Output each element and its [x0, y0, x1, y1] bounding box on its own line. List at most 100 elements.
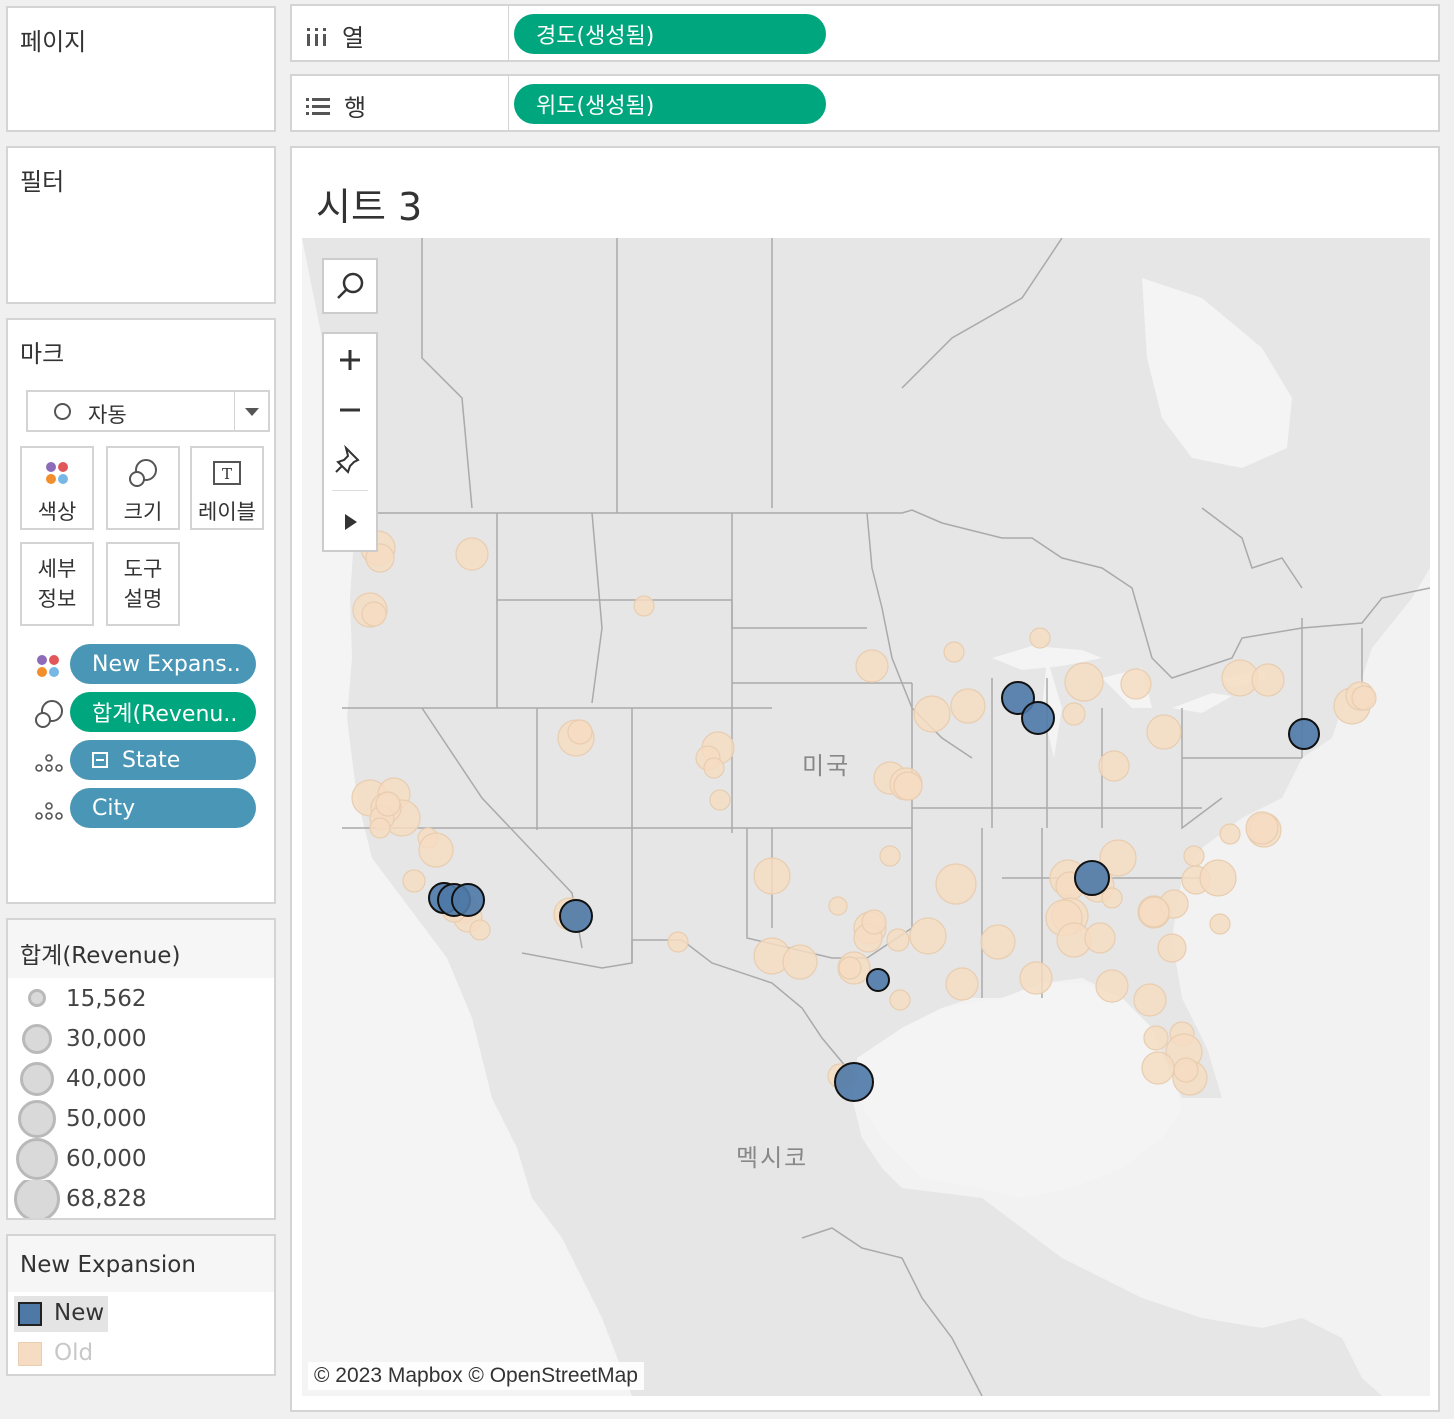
city-mark-old[interactable]: [633, 595, 655, 617]
color-field-pill[interactable]: New Expans..: [70, 644, 256, 684]
map-search-button[interactable]: [322, 258, 378, 314]
plus-icon: [340, 350, 360, 370]
size-legend-item[interactable]: 40,000: [8, 1060, 274, 1100]
label-button[interactable]: T 레이블: [190, 446, 264, 530]
state-field-pill[interactable]: State: [70, 740, 256, 780]
size-legend-item[interactable]: 30,000: [8, 1020, 274, 1060]
city-mark-old[interactable]: [469, 919, 491, 941]
city-mark-old[interactable]: [1120, 668, 1152, 700]
zoom-out-button[interactable]: [324, 384, 376, 434]
city-mark-old[interactable]: [1062, 702, 1086, 726]
city-mark-new[interactable]: [866, 968, 890, 992]
city-mark-old[interactable]: [909, 917, 947, 955]
city-mark-old[interactable]: [667, 931, 689, 953]
map-canvas[interactable]: [302, 238, 1430, 1396]
zoom-in-button[interactable]: [324, 334, 376, 384]
city-mark-old[interactable]: [1209, 913, 1231, 935]
city-mark-old[interactable]: [889, 989, 911, 1011]
latitude-pill[interactable]: 위도(생성됨): [514, 84, 826, 124]
map-copyright: © 2023 Mapbox © OpenStreetMap: [308, 1362, 644, 1390]
city-mark-old[interactable]: [1064, 662, 1104, 702]
city-mark-old[interactable]: [1084, 922, 1116, 954]
map-view[interactable]: 미국 멕시코 © 2023 Mapbox © OpenStreetMap: [302, 238, 1430, 1396]
city-mark-old[interactable]: [1029, 627, 1051, 649]
city-mark-old[interactable]: [1138, 896, 1170, 928]
city-mark-old[interactable]: [893, 771, 923, 801]
detail-button[interactable]: 세부 정보: [20, 542, 94, 626]
expand-toolbar-button[interactable]: [324, 496, 376, 548]
city-mark-old[interactable]: [709, 789, 731, 811]
city-mark-old[interactable]: [1251, 663, 1285, 697]
city-mark-old[interactable]: [1199, 859, 1237, 897]
size-legend-item[interactable]: 60,000: [8, 1138, 274, 1180]
city-mark-old[interactable]: [950, 688, 986, 724]
color-button[interactable]: 색상: [20, 446, 94, 530]
size-legend-item[interactable]: 68,828: [8, 1180, 274, 1218]
city-mark-old[interactable]: [980, 924, 1016, 960]
size-legend-item[interactable]: 50,000: [8, 1100, 274, 1140]
city-mark-old[interactable]: [402, 869, 426, 893]
city-mark-old[interactable]: [943, 641, 965, 663]
chevron-down-icon[interactable]: [245, 408, 259, 416]
city-mark-old[interactable]: [369, 817, 391, 839]
filters-title: 필터: [20, 168, 65, 196]
city-mark-old[interactable]: [567, 719, 593, 745]
rows-label: 행: [344, 94, 367, 122]
city-mark-old[interactable]: [861, 909, 887, 935]
city-mark-old[interactable]: [1141, 1051, 1175, 1085]
city-mark-old[interactable]: [886, 928, 910, 952]
sheet-title: 시트 3: [316, 185, 423, 229]
city-mark-old[interactable]: [1095, 969, 1129, 1003]
filters-panel[interactable]: 필터: [6, 146, 276, 304]
size-legend-item[interactable]: 15,562: [8, 980, 274, 1020]
city-mark-old[interactable]: [1351, 685, 1377, 711]
size-field-pill[interactable]: 합계(Revenu..: [70, 692, 256, 732]
city-mark-old[interactable]: [703, 757, 725, 779]
city-mark-old[interactable]: [1245, 811, 1279, 845]
city-mark-old[interactable]: [1146, 714, 1182, 750]
city-mark-old[interactable]: [828, 896, 848, 916]
legend-item-new[interactable]: New: [14, 1296, 108, 1332]
legend-item-old[interactable]: Old: [14, 1336, 108, 1372]
city-mark-old[interactable]: [1173, 1057, 1199, 1083]
city-mark-old[interactable]: [782, 944, 818, 980]
city-mark-old[interactable]: [1101, 887, 1123, 909]
city-mark-old[interactable]: [1157, 933, 1187, 963]
city-mark-old[interactable]: [361, 601, 387, 627]
city-mark-old[interactable]: [418, 832, 454, 868]
city-mark-old[interactable]: [1019, 961, 1053, 995]
size-button[interactable]: 크기: [106, 446, 180, 530]
city-mark-new[interactable]: [1021, 701, 1055, 735]
city-mark-old[interactable]: [1098, 750, 1130, 782]
tooltip-button[interactable]: 도구 설명: [106, 542, 180, 626]
city-mark-old[interactable]: [1133, 983, 1167, 1017]
columns-label: 열: [342, 24, 365, 52]
city-mark-old[interactable]: [753, 857, 791, 895]
city-mark-old[interactable]: [855, 649, 889, 683]
svg-text:T: T: [222, 465, 232, 483]
city-mark-old[interactable]: [1219, 823, 1241, 845]
city-mark-new[interactable]: [451, 883, 485, 917]
city-mark-old[interactable]: [913, 695, 951, 733]
city-mark-old[interactable]: [838, 956, 862, 980]
city-mark-old[interactable]: [945, 967, 979, 1001]
new-swatch: [18, 1302, 42, 1326]
city-mark-old[interactable]: [935, 863, 977, 905]
city-mark-new[interactable]: [559, 899, 593, 933]
city-mark-new[interactable]: [834, 1062, 874, 1102]
city-field-pill[interactable]: City: [70, 788, 256, 828]
city-mark-old[interactable]: [455, 537, 489, 571]
columns-shelf[interactable]: 열 경도(생성됨): [290, 4, 1440, 62]
city-mark-new[interactable]: [1074, 860, 1110, 896]
longitude-pill[interactable]: 경도(생성됨): [514, 14, 826, 54]
city-mark-old[interactable]: [879, 845, 901, 867]
city-mark-old[interactable]: [375, 791, 401, 817]
rows-shelf[interactable]: 행 위도(생성됨): [290, 74, 1440, 132]
search-icon: [337, 272, 364, 299]
mark-type-dropdown[interactable]: 자동: [26, 390, 270, 432]
city-mark-new[interactable]: [1288, 718, 1320, 750]
city-mark-old[interactable]: [1143, 1025, 1169, 1051]
pin-icon: [335, 444, 360, 474]
pin-button[interactable]: [324, 434, 376, 484]
city-mark-old[interactable]: [1183, 845, 1205, 867]
